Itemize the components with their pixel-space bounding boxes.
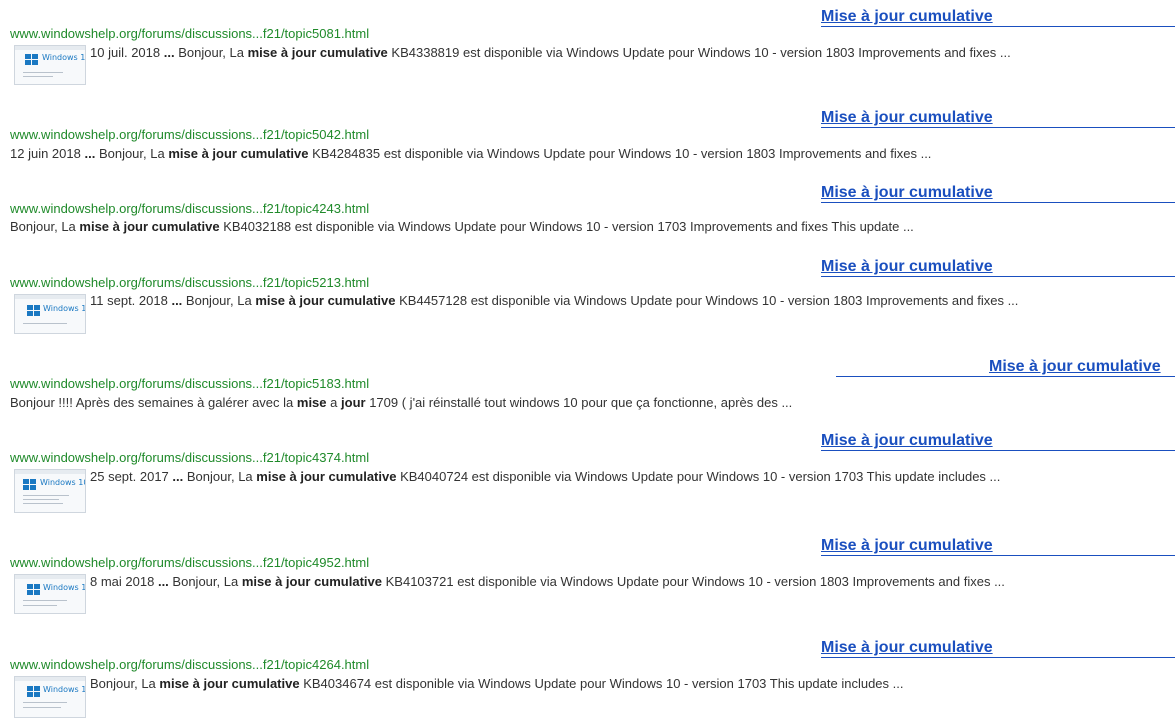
result-title-rule: Mise à jour cumulative <box>836 358 1175 377</box>
result-url[interactable]: www.windowshelp.org/forums/discussions..… <box>10 127 369 143</box>
snippet-text: KB4040724 est disponible via Windows Upd… <box>400 469 1001 484</box>
result-snippet: 8 mai 2018 ... Bonjour, La mise à jour c… <box>90 574 1005 590</box>
result-title-rule: Mise à jour cumulative <box>821 109 1175 128</box>
thumbnail-titlebar <box>15 470 85 474</box>
result-url[interactable]: www.windowshelp.org/forums/discussions..… <box>10 26 369 42</box>
result-title-rule: Mise à jour cumulative <box>821 258 1175 277</box>
result-title-link[interactable]: Mise à jour cumulative <box>821 109 993 127</box>
result-title-link[interactable]: Mise à jour cumulative <box>821 8 993 26</box>
windows-logo-icon <box>27 686 41 697</box>
thumbnail-titlebar <box>15 575 85 579</box>
snippet-text: KB4103721 est disponible via Windows Upd… <box>385 574 1005 589</box>
result-date: 11 sept. 2018 <box>90 293 168 308</box>
windows-logo-icon <box>25 54 39 65</box>
windows-logo-icon <box>27 305 41 316</box>
snippet-text: Bonjour, La <box>10 219 76 234</box>
thumbnail-line <box>23 323 67 324</box>
snippet-ellipsis: ... <box>172 469 184 484</box>
result-thumbnail[interactable]: Windows 10 <box>14 469 86 513</box>
thumbnail-line <box>23 503 63 504</box>
result-url[interactable]: www.windowshelp.org/forums/discussions..… <box>10 376 369 392</box>
result-title-link[interactable]: Mise à jour cumulative <box>989 358 1161 376</box>
thumbnail-titlebar <box>15 295 85 299</box>
result-url[interactable]: www.windowshelp.org/forums/discussions..… <box>10 657 369 673</box>
snippet-highlight: mise à jour cumulative <box>256 469 397 484</box>
snippet-text: Bonjour, La <box>186 469 253 484</box>
result-title-link[interactable]: Mise à jour cumulative <box>821 432 993 450</box>
thumbnail-line <box>23 702 67 703</box>
thumbnail-caption: Windows 10 <box>43 583 86 592</box>
snippet-text: KB4032188 est disponible via Windows Upd… <box>223 219 914 234</box>
result-title-link[interactable]: Mise à jour cumulative <box>821 537 993 555</box>
result-thumbnail[interactable]: Windows 10 <box>14 45 86 85</box>
windows-logo-icon <box>23 479 37 490</box>
snippet-text: Bonjour, La <box>90 676 156 691</box>
result-title-rule: Mise à jour cumulative <box>821 184 1175 203</box>
thumbnail-line <box>23 76 53 77</box>
snippet-highlight: mise à jour cumulative <box>79 219 220 234</box>
result-title-rule: Mise à jour cumulative <box>821 639 1175 658</box>
result-snippet: Bonjour !!!! Après des semaines à galére… <box>10 395 792 411</box>
result-thumbnail[interactable]: Windows 10 <box>14 294 86 334</box>
result-date: 25 sept. 2017 <box>90 469 169 484</box>
thumbnail-caption: Windows 10 <box>43 304 86 313</box>
snippet-text: a <box>330 395 338 410</box>
snippet-text: Bonjour, La <box>178 45 244 60</box>
result-thumbnail[interactable]: Windows 10 <box>14 676 86 718</box>
snippet-highlight: mise à jour cumulative <box>159 676 300 691</box>
snippet-text: Bonjour, La <box>98 146 165 161</box>
snippet-text: KB4034674 est disponible via Windows Upd… <box>303 676 904 691</box>
result-snippet: Bonjour, La mise à jour cumulative KB403… <box>10 219 914 235</box>
snippet-ellipsis: ... <box>163 45 175 60</box>
result-date: 12 juin 2018 <box>10 146 81 161</box>
snippet-highlight: mise à jour cumulative <box>255 293 396 308</box>
snippet-ellipsis: ... <box>84 146 96 161</box>
snippet-text: KB4284835 est disponible via Windows Upd… <box>312 146 932 161</box>
thumbnail-caption: Windows 10 <box>43 685 86 694</box>
snippet-text: KB4338819 est disponible via Windows Upd… <box>391 45 1011 60</box>
result-title-rule: Mise à jour cumulative <box>821 432 1175 451</box>
result-date: 10 juil. 2018 <box>90 45 161 60</box>
snippet-highlight: mise à jour cumulative <box>241 574 382 589</box>
snippet-highlight: jour <box>341 395 366 410</box>
thumbnail-line <box>23 600 67 601</box>
result-snippet: 10 juil. 2018 ... Bonjour, La mise à jou… <box>90 45 1011 61</box>
result-date: 8 mai 2018 <box>90 574 155 589</box>
search-results-page: { "results": [ { "title": "Mise à jour c… <box>0 0 1175 727</box>
result-url[interactable]: www.windowshelp.org/forums/discussions..… <box>10 201 369 217</box>
result-title-link[interactable]: Mise à jour cumulative <box>821 184 993 202</box>
result-title-rule: Mise à jour cumulative <box>821 8 1175 27</box>
result-url[interactable]: www.windowshelp.org/forums/discussions..… <box>10 555 369 571</box>
snippet-ellipsis: ... <box>171 293 183 308</box>
windows-logo-icon <box>27 584 41 595</box>
snippet-highlight: mise <box>296 395 327 410</box>
result-title-rule: Mise à jour cumulative <box>821 537 1175 556</box>
thumbnail-line <box>23 707 61 708</box>
thumbnail-line <box>23 605 57 606</box>
result-url[interactable]: www.windowshelp.org/forums/discussions..… <box>10 450 369 466</box>
thumbnail-line <box>23 499 59 500</box>
result-url[interactable]: www.windowshelp.org/forums/discussions..… <box>10 275 369 291</box>
snippet-text: Bonjour, La <box>172 574 239 589</box>
result-snippet: Bonjour, La mise à jour cumulative KB403… <box>90 676 903 692</box>
result-snippet: 12 juin 2018 ... Bonjour, La mise à jour… <box>10 146 931 162</box>
thumbnail-titlebar <box>15 46 85 50</box>
snippet-text: Bonjour !!!! Après des semaines à galére… <box>10 395 294 410</box>
result-title-link[interactable]: Mise à jour cumulative <box>821 258 993 276</box>
snippet-highlight: mise à jour cumulative <box>168 146 309 161</box>
result-title-link[interactable]: Mise à jour cumulative <box>821 639 993 657</box>
result-thumbnail[interactable]: Windows 10 <box>14 574 86 614</box>
snippet-text: Bonjour, La <box>185 293 252 308</box>
thumbnail-caption: Windows 10 <box>40 478 86 487</box>
snippet-ellipsis: ... <box>157 574 169 589</box>
result-snippet: 11 sept. 2018 ... Bonjour, La mise à jou… <box>90 293 1018 309</box>
thumbnail-titlebar <box>15 677 85 681</box>
snippet-text: 1709 ( j'ai réinstallé tout windows 10 p… <box>369 395 793 410</box>
snippet-text: KB4457128 est disponible via Windows Upd… <box>399 293 1019 308</box>
result-snippet: 25 sept. 2017 ... Bonjour, La mise à jou… <box>90 469 1000 485</box>
snippet-highlight: mise à jour cumulative <box>247 45 388 60</box>
thumbnail-line <box>23 495 69 496</box>
thumbnail-caption: Windows 10 <box>42 53 86 62</box>
thumbnail-line <box>23 72 63 73</box>
